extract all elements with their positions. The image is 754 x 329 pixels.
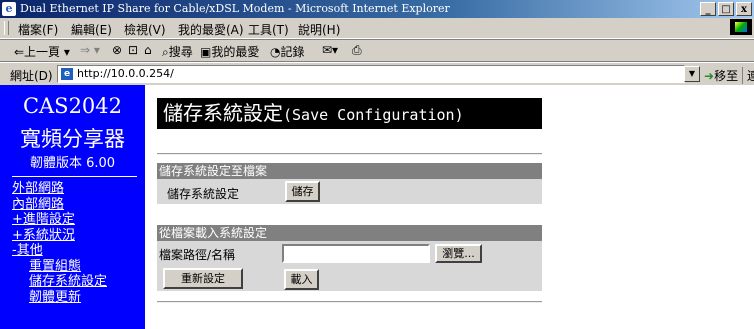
refresh-icon[interactable]: ⊡ (128, 43, 138, 57)
stop-icon[interactable]: ⊗ (112, 43, 122, 57)
favorites-button[interactable]: ▣我的最愛 (200, 43, 259, 60)
page-title-en: (Save Configuration) (283, 106, 464, 124)
search-button[interactable]: ⌕搜尋 (162, 43, 193, 60)
menu-help[interactable]: 說明(H) (298, 21, 340, 38)
window-title: Dual Ethernet IP Share for Cable/xDSL Mo… (20, 2, 450, 15)
ie-logo-icon: e (2, 2, 16, 16)
sidebar-item-firmware-update[interactable]: 韌體更新 (12, 290, 107, 306)
sidebar-item-advanced[interactable]: +進階設定 (12, 212, 107, 228)
address-label: 網址(D) (10, 69, 53, 83)
print-icon[interactable]: ⎙ (352, 43, 362, 58)
menu-edit[interactable]: 編輯(E) (71, 21, 112, 38)
sidebar-item-wan[interactable]: 外部網路 (12, 181, 107, 197)
address-url: http://10.0.0.254/ (77, 67, 174, 80)
menu-view[interactable]: 檢視(V) (124, 21, 166, 38)
save-config-label: 儲存系統設定 (167, 187, 240, 201)
menu-bar: 檔案(F) 編輯(E) 檢視(V) 我的最愛(A) 工具(T) 說明(H) (0, 18, 754, 39)
menu-tools[interactable]: 工具(T) (248, 21, 289, 38)
minimize-button[interactable]: _ (700, 2, 716, 16)
menu-favorites[interactable]: 我的最愛(A) (178, 21, 244, 38)
history-icon: ◔ (270, 45, 281, 59)
search-label: 搜尋 (168, 45, 193, 59)
save-section-row: 儲存系統設定 儲存 (157, 179, 542, 204)
page-title-zh: 儲存系統設定 (163, 101, 283, 125)
window-titlebar: e Dual Ethernet IP Share for Cable/xDSL … (0, 0, 754, 18)
windows-throbber-icon (730, 19, 752, 35)
menubar-grip[interactable] (4, 21, 9, 35)
favorites-label: 我的最愛 (211, 45, 260, 59)
firmware-version: 韌體版本 6.00 (29, 156, 116, 171)
favorites-icon: ▣ (200, 45, 212, 59)
menu-file[interactable]: 檔案(F) (18, 21, 58, 38)
search-icon: ⌕ (162, 45, 169, 59)
history-button[interactable]: ◔記錄 (270, 43, 305, 60)
address-dropdown-icon[interactable]: ▼ (684, 66, 700, 82)
load-section-header: 從檔案載入系統設定 (157, 225, 542, 241)
load-button[interactable]: 載入 (284, 269, 319, 290)
go-button[interactable]: ➜移至 (704, 67, 738, 84)
sidebar-item-lan[interactable]: 內部網路 (12, 197, 107, 213)
sidebar-item-status[interactable]: +系統狀況 (12, 228, 107, 244)
product-model: CAS2042 (22, 94, 123, 118)
forward-button[interactable]: ⇒ ▾ (80, 43, 100, 57)
file-path-label: 檔案路徑/名稱 (159, 248, 236, 262)
go-arrow-icon: ➜ (704, 69, 715, 83)
standard-toolbar: ⇐上一頁 ▾ ⇒ ▾ ⊗ ⊡ ⌂ ⌕搜尋 ▣我的最愛 ◔記錄 ✉▾ ⎙ (0, 39, 754, 62)
address-input[interactable]: e http://10.0.0.254/ (57, 65, 685, 83)
save-section-header: 儲存系統設定至檔案 (157, 163, 542, 179)
sidebar-divider (12, 176, 137, 177)
sidebar-nav: 外部網路 內部網路 +進階設定 +系統狀況 -其他 重置組態 儲存系統設定 韌體… (12, 181, 107, 305)
home-icon[interactable]: ⌂ (144, 43, 152, 57)
page-viewport: CAS2042 寬頻分享器 韌體版本 6.00 外部網路 內部網路 +進階設定 … (0, 85, 754, 329)
browse-button[interactable]: 瀏覽... (435, 244, 482, 263)
reset-button[interactable]: 重新設定 (163, 268, 243, 289)
close-button[interactable]: x (736, 2, 752, 16)
sidebar-item-other[interactable]: -其他 (12, 243, 107, 259)
sidebar-item-save-config[interactable]: 儲存系統設定 (12, 274, 107, 290)
links-button[interactable]: 連結 » (742, 67, 754, 84)
address-bar: 網址(D) e http://10.0.0.254/ ▼ ➜移至 連結 » (0, 62, 754, 85)
save-button[interactable]: 儲存 (285, 181, 320, 202)
divider (157, 153, 542, 155)
maximize-button[interactable]: □ (718, 2, 734, 16)
page-title: 儲存系統設定(Save Configuration) (157, 98, 542, 129)
divider-bottom (157, 301, 542, 303)
go-label: 移至 (714, 69, 739, 83)
page-favicon-icon: e (61, 68, 73, 80)
history-label: 記錄 (280, 45, 305, 59)
file-path-input[interactable] (282, 244, 430, 263)
mail-icon[interactable]: ✉▾ (322, 43, 338, 57)
sidebar: CAS2042 寬頻分享器 韌體版本 6.00 外部網路 內部網路 +進階設定 … (0, 85, 145, 329)
sidebar-item-reset-config[interactable]: 重置組態 (12, 259, 107, 275)
load-section-rows: 檔案路徑/名稱 瀏覽... 重新設定 載入 (157, 241, 542, 291)
back-button[interactable]: ⇐上一頁 ▾ (14, 43, 70, 60)
product-name: 寬頻分享器 (20, 127, 125, 151)
